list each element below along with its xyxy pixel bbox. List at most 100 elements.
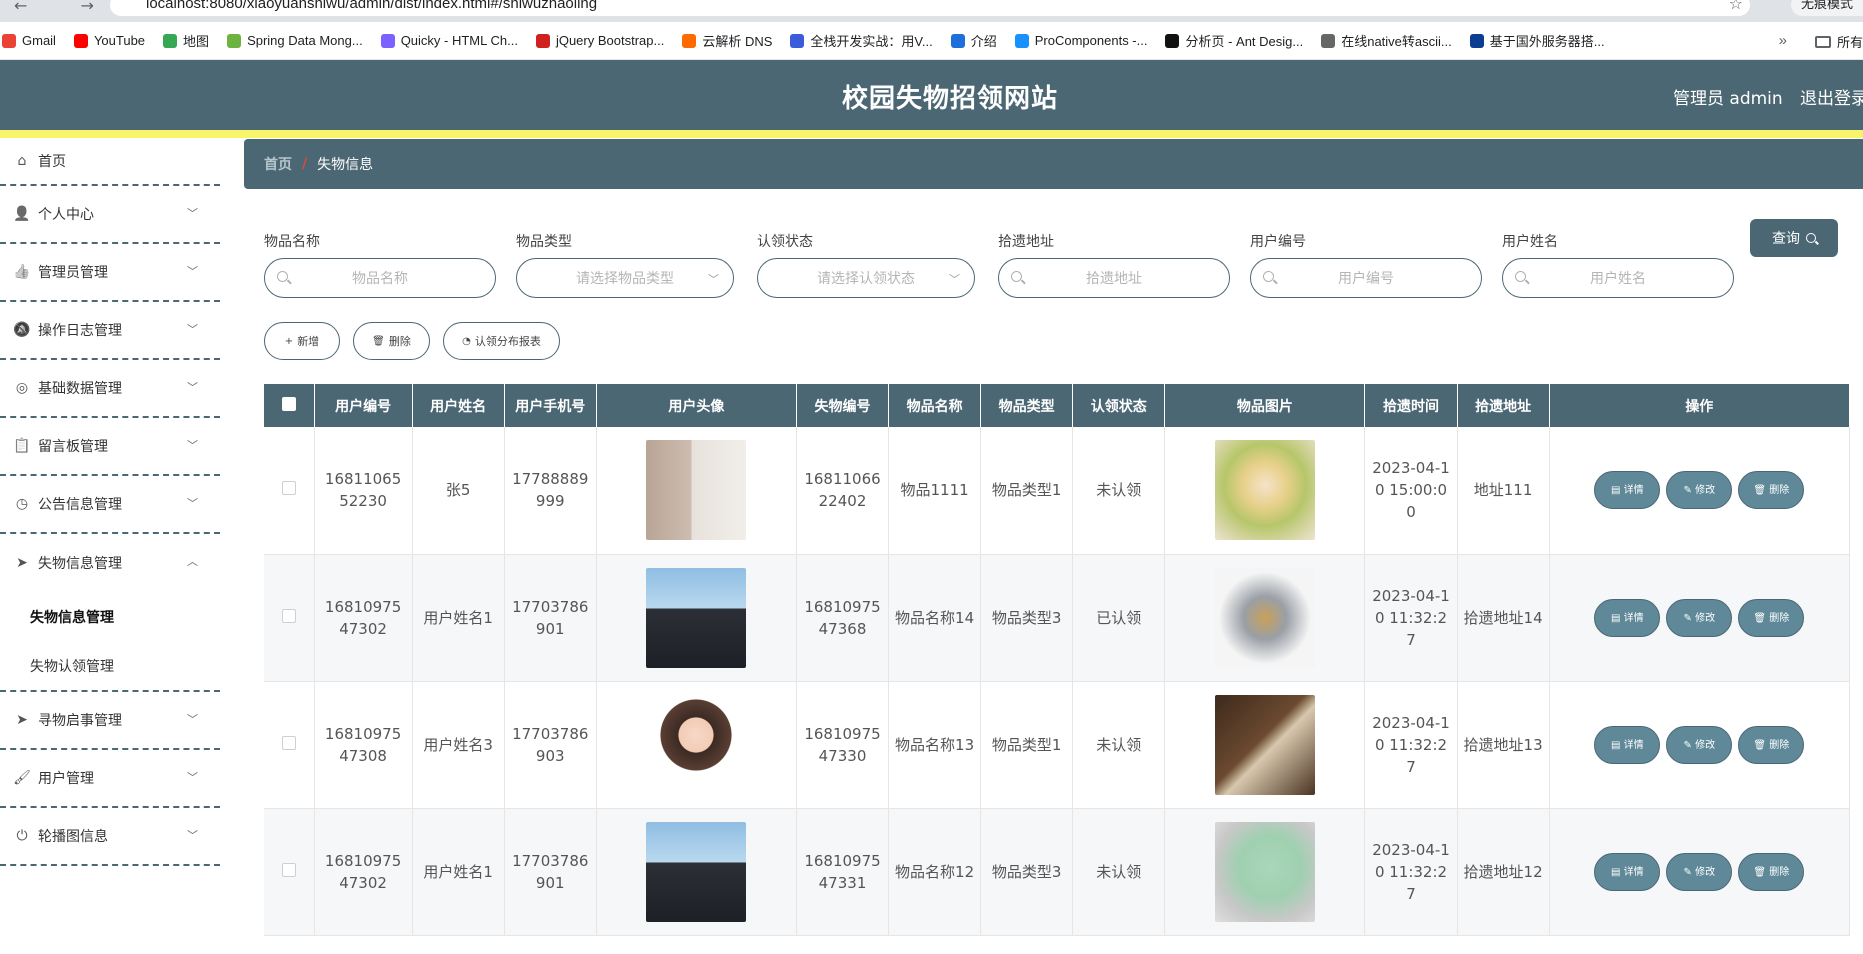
bookmark-star-icon[interactable]: ☆ (1729, 0, 1743, 13)
bookmarks-overflow-icon[interactable]: » (1779, 32, 1787, 49)
sidebar-item-1[interactable]: ➤ 寻物启事管理 ﹀ (0, 692, 220, 750)
address-bar[interactable]: localhost:8080/xiaoyuanshiwu/admin/dist/… (110, 0, 1750, 16)
sidebar-item-5[interactable]: 📋 留言板管理 ﹀ (0, 418, 220, 476)
sidebar-item-1[interactable]: 👤 个人中心 ﹀ (0, 186, 220, 244)
trash-icon: 🗑 (372, 335, 385, 347)
bookmark-item[interactable]: YouTube (73, 33, 145, 48)
user-avatar[interactable] (646, 821, 747, 922)
bookmark-item[interactable]: 全栈开发实战：用V... (790, 31, 933, 50)
bookmark-item[interactable]: jQuery Bootstrap... (535, 33, 664, 48)
sidebar-item-6[interactable]: ◷ 公告信息管理 ﹀ (0, 476, 220, 534)
sidebar-item-3[interactable]: 🔕 操作日志管理 ﹀ (0, 302, 220, 360)
edit-button[interactable]: ✎ 修改 (1666, 471, 1733, 510)
file-icon: ▤ (1610, 612, 1624, 624)
user-avatar[interactable] (646, 440, 747, 541)
detail-button[interactable]: ▤ 详情 (1594, 852, 1661, 891)
chevron-up-icon: ︿ (187, 555, 198, 568)
chevron-down-icon: ﹀ (187, 381, 198, 394)
breadcrumb-separator: / (302, 156, 308, 172)
item-image[interactable] (1214, 821, 1315, 922)
lost-items-table: 用户编号 用户姓名 用户手机号 用户头像 失物编号 物品名称 物品类型 认领状态 物品图片 拾遗时… (264, 384, 1851, 936)
breadcrumb-home[interactable]: 首页 (264, 154, 292, 174)
bookmark-item[interactable]: 云解析 DNS (682, 31, 772, 50)
bookmark-item[interactable]: Gmail (2, 33, 56, 48)
all-bookmarks-folder[interactable]: 所有 (1814, 32, 1863, 51)
sidebar-subitem-claim[interactable]: 失物认领管理 (0, 642, 220, 692)
target-icon: ◎ (15, 380, 29, 396)
sidebar-item-label: 首页 (38, 154, 66, 170)
row-select-cell[interactable] (264, 681, 315, 809)
sidebar-item-4[interactable]: ◎ 基础数据管理 ﹀ (0, 360, 220, 418)
input-placeholder: 物品名称 (352, 271, 408, 287)
row-delete-button[interactable]: 🗑 删除 (1738, 471, 1805, 510)
filter-label: 拾遗地址 (998, 234, 1054, 250)
bookmark-label: Gmail (22, 33, 56, 48)
item-image[interactable] (1214, 440, 1315, 541)
report-button[interactable]: ◔ 认领分布报表 (443, 322, 560, 360)
bookmark-label: 在线native转ascii... (1341, 34, 1452, 49)
filter-input[interactable]: 物品名称 (264, 258, 496, 298)
query-button[interactable]: 查询 (1750, 219, 1838, 257)
browser-toolbar: ← → ↻ localhost:8080/xiaoyuanshiwu/admin… (0, 0, 1863, 22)
op-label: 删除 (1769, 485, 1790, 497)
table-cell: 1681097547330 (796, 681, 890, 809)
bookmark-item[interactable]: 在线native转ascii... (1321, 31, 1452, 50)
bookmark-item[interactable]: 基于国外服务器搭... (1469, 31, 1605, 50)
filter-input[interactable]: 用户编号 (1250, 258, 1482, 298)
sidebar-item-lost-info[interactable]: ➤ 失物信息管理 ︿ (0, 534, 220, 592)
filter-input[interactable]: 拾遗地址 (998, 258, 1230, 298)
detail-button[interactable]: ▤ 详情 (1594, 598, 1661, 637)
incognito-badge[interactable]: 无痕模式 (1790, 0, 1863, 16)
column-header: 用户编号 (314, 384, 413, 427)
select-all-checkbox[interactable] (281, 396, 296, 411)
sidebar-item-3[interactable]: ⏻ 轮播图信息 ﹀ (0, 808, 220, 866)
bookmark-item[interactable]: ProComponents -... (1014, 33, 1147, 48)
select-all-cell[interactable] (264, 384, 315, 427)
item-image[interactable] (1214, 567, 1315, 668)
delete-button[interactable]: 🗑 删除 (353, 322, 430, 360)
chart-icon: ◔ (462, 335, 471, 347)
table-cell: 未认领 (1072, 808, 1166, 936)
item-image[interactable] (1214, 694, 1315, 795)
filter-select[interactable]: 请选择认领状态 ﹀ (757, 258, 975, 298)
bookmark-item[interactable]: Quicky - HTML Ch... (380, 33, 518, 48)
row-checkbox[interactable] (281, 608, 296, 623)
row-delete-button[interactable]: 🗑 删除 (1738, 598, 1805, 637)
sidebar-item-label: 用户管理 (38, 771, 94, 787)
column-header: 认领状态 (1072, 384, 1166, 427)
send-icon: ➤ (16, 712, 28, 728)
edit-button[interactable]: ✎ 修改 (1666, 852, 1733, 891)
row-select-cell[interactable] (264, 808, 315, 936)
edit-button[interactable]: ✎ 修改 (1666, 725, 1733, 764)
user-avatar[interactable] (646, 567, 747, 668)
report-button-label: 认领分布报表 (474, 335, 541, 348)
sidebar-item-2[interactable]: 👍 管理员管理 ﹀ (0, 244, 220, 302)
bookmark-item[interactable]: Spring Data Mong... (227, 33, 363, 48)
edit-button[interactable]: ✎ 修改 (1666, 598, 1733, 637)
row-checkbox[interactable] (281, 862, 296, 877)
bookmark-item[interactable]: 介绍 (950, 31, 997, 50)
column-header: 用户头像 (596, 384, 797, 427)
detail-button[interactable]: ▤ 详情 (1594, 471, 1661, 510)
detail-button[interactable]: ▤ 详情 (1594, 725, 1661, 764)
filter-select[interactable]: 请选择物品类型 ﹀ (516, 258, 734, 298)
sidebar-subitem-lost-info[interactable]: 失物信息管理 (0, 592, 220, 642)
row-select-cell[interactable] (264, 554, 315, 682)
sidebar-item-2[interactable]: 🖌 用户管理 ﹀ (0, 750, 220, 808)
add-button[interactable]: + 新增 (264, 322, 340, 360)
bookmark-item[interactable]: 分析页 - Ant Desig... (1165, 31, 1303, 50)
sidebar-item-home[interactable]: ⌂ 首页 (0, 138, 220, 186)
sidebar-item-label: 操作日志管理 (38, 323, 122, 339)
row-checkbox[interactable] (281, 481, 296, 496)
row-select-cell[interactable] (264, 427, 315, 555)
row-checkbox[interactable] (281, 735, 296, 750)
filter-input[interactable]: 用户姓名 (1502, 258, 1734, 298)
user-avatar[interactable] (646, 694, 747, 795)
row-delete-button[interactable]: 🗑 删除 (1738, 725, 1805, 764)
chevron-down-icon: ﹀ (187, 713, 198, 726)
row-delete-button[interactable]: 🗑 删除 (1738, 852, 1805, 891)
user-icon: 👤 (13, 206, 31, 222)
column-header: 拾遗时间 (1364, 384, 1458, 427)
logout-link[interactable]: 退出登录 (1800, 84, 1863, 109)
bookmark-item[interactable]: 地图 (163, 31, 209, 50)
